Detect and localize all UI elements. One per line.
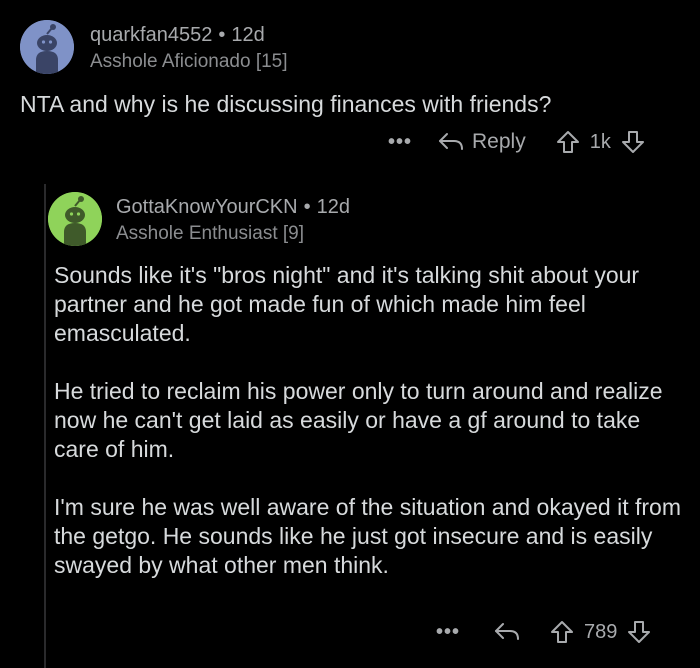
user-flair: Asshole Aficionado [15] (90, 51, 288, 72)
snoo-avatar-icon (48, 192, 102, 246)
snoo-avatar-icon (20, 20, 74, 74)
comment-age: 12d (231, 24, 265, 46)
comment-meta: quarkfan4552 • 12d (90, 24, 265, 47)
upvote-button[interactable] (556, 130, 580, 154)
comment-paragraph: He tried to reclaim his power only to tu… (54, 378, 663, 462)
reply-arrow-icon (495, 623, 520, 640)
meta-separator: • (218, 24, 226, 46)
vote-score: 1k (589, 130, 611, 153)
reply-label: Reply (472, 130, 526, 153)
comment-paragraph: Sounds like it's "bros night" and it's t… (54, 262, 640, 346)
thread-line[interactable] (44, 184, 46, 668)
more-options-button[interactable]: ••• (388, 131, 412, 154)
comment-age: 12d (316, 196, 350, 218)
upvote-icon (551, 621, 574, 643)
reply-button[interactable]: Reply (438, 130, 526, 154)
downvote-icon (621, 131, 644, 153)
comment-actions: ••• 789 (436, 618, 651, 646)
upvote-button[interactable] (550, 620, 574, 644)
comment-meta: GottaKnowYourCKN • 12d (116, 196, 350, 219)
username[interactable]: quarkfan4552 (90, 24, 212, 46)
avatar[interactable] (48, 192, 102, 246)
downvote-icon (628, 621, 651, 643)
meta-separator: • (303, 196, 311, 218)
reply-arrow-icon (439, 133, 464, 150)
reply-button[interactable] (494, 621, 520, 643)
downvote-button[interactable] (621, 130, 645, 154)
comment-body: Sounds like it's "bros night" and it's t… (54, 261, 684, 580)
upvote-icon (556, 131, 579, 153)
more-options-button[interactable]: ••• (436, 621, 460, 644)
comment-paragraph: I'm sure he was well aware of the situat… (54, 494, 681, 578)
avatar[interactable] (20, 20, 74, 74)
comment-actions: ••• Reply 1k (388, 128, 645, 156)
comment-body: NTA and why is he discussing finances wi… (20, 91, 552, 117)
username[interactable]: GottaKnowYourCKN (116, 196, 298, 218)
vote-score: 789 (584, 620, 618, 643)
user-flair: Asshole Enthusiast [9] (116, 223, 304, 244)
downvote-button[interactable] (627, 620, 651, 644)
